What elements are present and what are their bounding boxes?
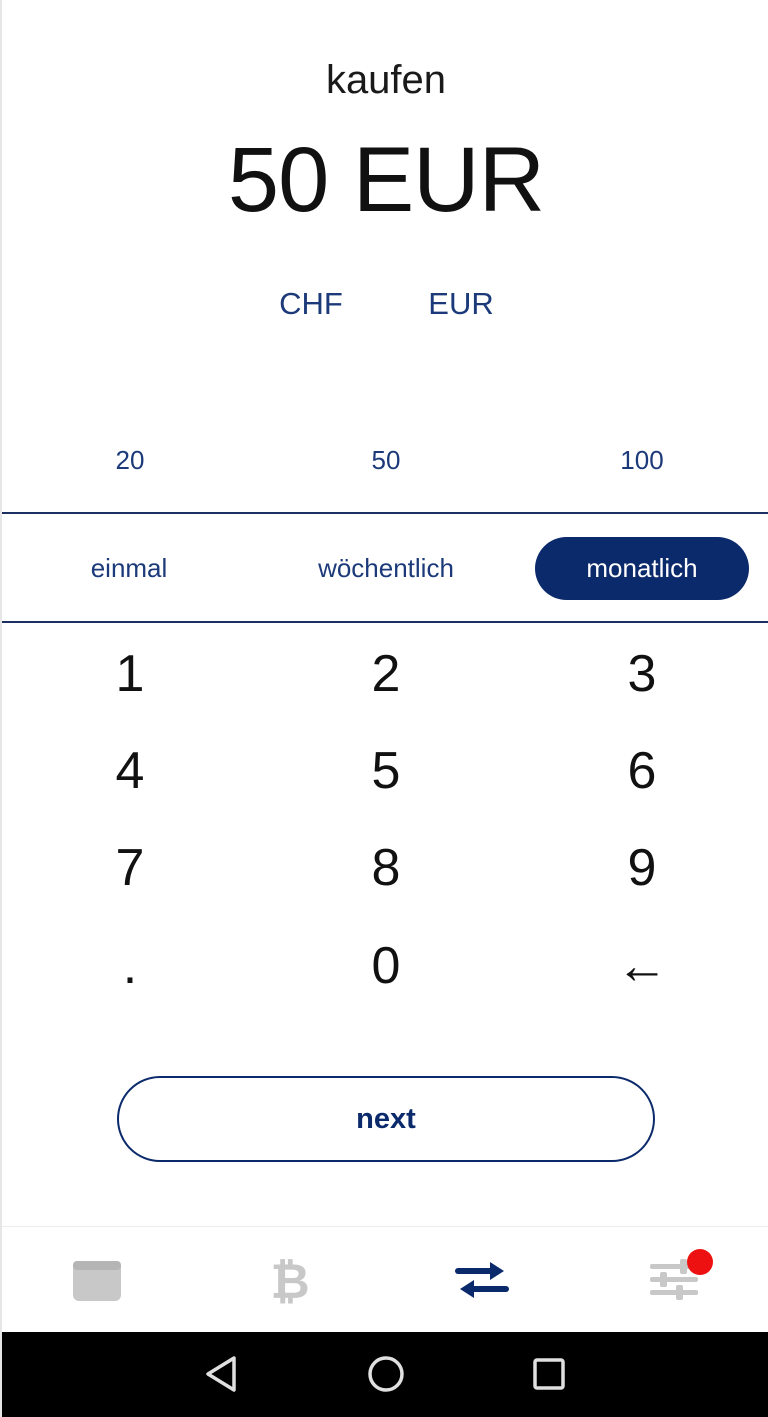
back-button[interactable] xyxy=(192,1344,252,1404)
keypad-key-5[interactable]: 5 xyxy=(286,726,486,816)
buy-screen: kaufen 50 EUR CHF EUR 20 50 100 einmal w… xyxy=(0,0,768,1417)
keypad-key-8[interactable]: 8 xyxy=(286,823,486,913)
keypad-key-6[interactable]: 6 xyxy=(542,726,742,816)
tab-settings[interactable] xyxy=(578,1227,768,1333)
keypad-key-3[interactable]: 3 xyxy=(542,629,742,719)
currency-eur-option[interactable]: EUR xyxy=(391,286,531,322)
recents-button[interactable] xyxy=(519,1344,579,1404)
amount-display: 50 EUR xyxy=(227,129,545,231)
notification-badge xyxy=(687,1249,713,1275)
tab-exchange[interactable] xyxy=(386,1227,578,1333)
frequency-weekly-button[interactable]: wöchentlich xyxy=(279,537,493,600)
tab-wallet[interactable] xyxy=(2,1227,194,1333)
home-button[interactable] xyxy=(356,1344,416,1404)
android-navigation-bar xyxy=(2,1332,768,1417)
keypad-key-1[interactable]: 1 xyxy=(30,629,230,719)
keypad-key-4[interactable]: 4 xyxy=(30,726,230,816)
divider xyxy=(2,621,768,623)
keypad-backspace-key[interactable]: ← xyxy=(542,921,742,1011)
svg-text:₿: ₿ xyxy=(270,1254,309,1308)
wallet-icon xyxy=(73,1261,121,1301)
next-button[interactable]: next xyxy=(117,1076,655,1162)
keypad-key-0[interactable]: 0 xyxy=(286,921,486,1011)
back-triangle-icon xyxy=(206,1356,236,1392)
exchange-arrows-icon xyxy=(455,1262,509,1298)
frequency-monthly-button[interactable]: monatlich xyxy=(535,537,749,600)
home-circle-icon xyxy=(368,1356,404,1392)
keypad-key-9[interactable]: 9 xyxy=(542,823,742,913)
divider xyxy=(2,512,768,514)
keypad-key-2[interactable]: 2 xyxy=(286,629,486,719)
bottom-tab-bar: ₿ xyxy=(2,1226,768,1332)
tab-bitcoin[interactable]: ₿ xyxy=(194,1227,386,1333)
currency-chf-option[interactable]: CHF xyxy=(241,286,381,322)
frequency-once-button[interactable]: einmal xyxy=(22,537,236,600)
recents-square-icon xyxy=(533,1358,565,1390)
keypad-key-7[interactable]: 7 xyxy=(30,823,230,913)
bitcoin-icon: ₿ xyxy=(270,1254,309,1308)
preset-amount-20[interactable]: 20 xyxy=(50,445,210,476)
preset-amount-50[interactable]: 50 xyxy=(306,445,466,476)
keypad-key-decimal[interactable]: . xyxy=(30,921,230,1011)
preset-amount-100[interactable]: 100 xyxy=(562,445,722,476)
page-title: kaufen xyxy=(325,58,447,102)
